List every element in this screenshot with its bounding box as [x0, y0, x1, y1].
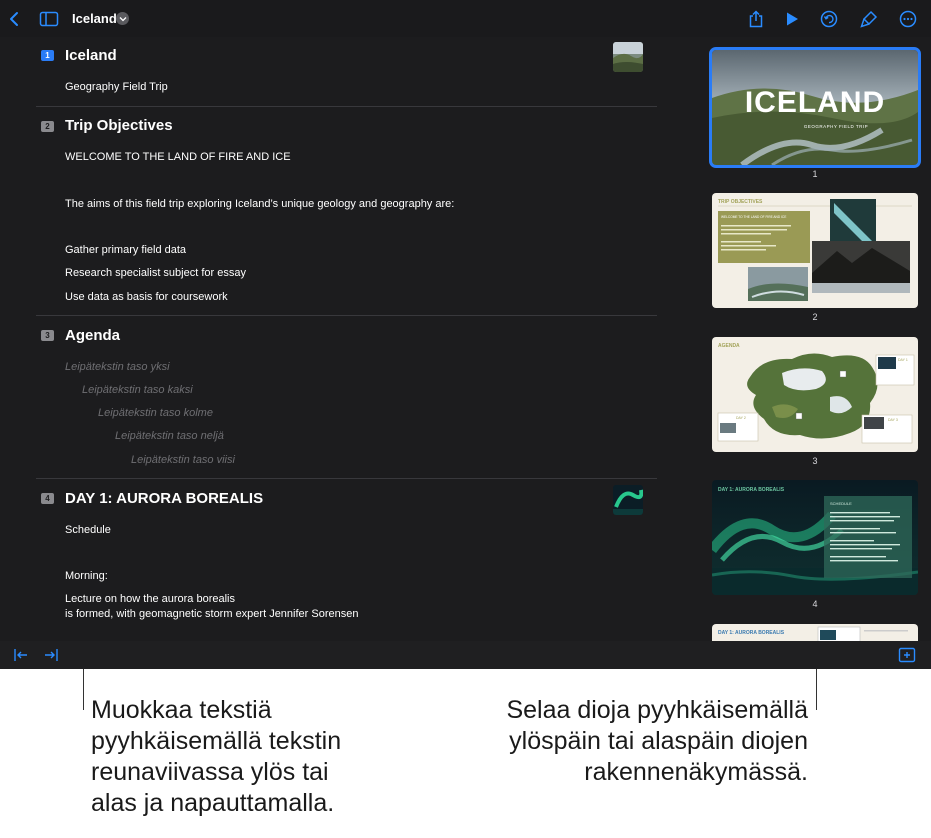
callout-line-text: pyyhkäisemällä tekstin	[91, 727, 342, 755]
slide-number-badge[interactable]: 2	[41, 121, 54, 132]
navigator-slide-4[interactable]: DAY 1: AURORA BOREALIS SCHEDULE	[712, 480, 918, 595]
callout-right: Selaa dioja pyyhkäisemällä ylöspäin tai …	[440, 695, 808, 788]
thumb-title: TRIP OBJECTIVES	[718, 199, 763, 205]
slide-navigator[interactable]: ICELAND GEOGRAPHY FIELD TRIP 1 TRIP OBJE…	[693, 37, 931, 641]
toolbar: Iceland	[0, 0, 931, 37]
outline-view[interactable]: 1 Iceland Geography Field Trip 2 Trip Ob…	[0, 37, 693, 641]
navigator-slide-5[interactable]: DAY 1: AURORA BOREALIS	[712, 624, 918, 641]
thumb-subtitle: GEOGRAPHY FIELD TRIP	[804, 124, 868, 129]
slide-title[interactable]: DAY 1: AURORA BOREALIS	[65, 490, 263, 507]
callout-line-text: Muokkaa tekstiä	[91, 696, 272, 724]
callout-line-text: Selaa dioja pyyhkäisemällä	[506, 696, 808, 724]
outdent-icon[interactable]	[9, 643, 33, 667]
document-title[interactable]: Iceland	[72, 11, 117, 26]
slide-number-label: 1	[812, 169, 818, 179]
body-text-line[interactable]: Geography Field Trip	[65, 81, 168, 93]
body-text-line[interactable]: The aims of this field trip exploring Ic…	[65, 198, 454, 210]
callout-left: Muokkaa tekstiä pyyhkäisemällä tekstin r…	[91, 695, 341, 819]
body-text-line[interactable]: Morning:	[65, 570, 108, 582]
callout-leader-line	[816, 669, 817, 710]
body-text-line[interactable]: Lecture on how the aurora borealis	[65, 593, 235, 605]
slide-number-label: 2	[812, 312, 818, 322]
slide-number-label: 4	[812, 599, 818, 609]
slide-title[interactable]: Agenda	[65, 327, 120, 344]
slide-number-badge[interactable]: 4	[41, 493, 54, 504]
placeholder-text-level-1[interactable]: Leipätekstin taso yksi	[65, 361, 170, 373]
back-chevron-icon[interactable]	[2, 7, 26, 31]
undo-icon[interactable]	[817, 7, 841, 31]
slide-divider	[36, 478, 657, 479]
body-text-line[interactable]: Use data as basis for coursework	[65, 291, 228, 303]
navigator-slide-2[interactable]: TRIP OBJECTIVES WELCOME TO THE LAND OF F…	[712, 193, 918, 308]
slide-title[interactable]: Trip Objectives	[65, 117, 173, 134]
share-icon[interactable]	[744, 7, 768, 31]
slide-divider	[36, 106, 657, 107]
thumb-day-label: DAY 3	[888, 418, 898, 422]
bottom-toolbar	[0, 641, 931, 669]
placeholder-text-level-4[interactable]: Leipätekstin taso neljä	[115, 430, 224, 442]
placeholder-text-level-2[interactable]: Leipätekstin taso kaksi	[82, 384, 193, 396]
body-text-line[interactable]: WELCOME TO THE LAND OF FIRE AND ICE	[65, 151, 291, 163]
slide-thumbnail[interactable]	[613, 485, 643, 515]
slide-number-badge[interactable]: 1	[41, 50, 54, 61]
indent-icon[interactable]	[39, 643, 63, 667]
keynote-app-window: Iceland 1 Iceland Geography Field Trip 2…	[0, 0, 931, 669]
sidebar-icon[interactable]	[37, 7, 61, 31]
play-icon[interactable]	[780, 7, 804, 31]
callout-line-text: reunaviivassa ylös tai	[91, 758, 329, 786]
callout-line-text: ylöspäin tai alaspäin diojen	[509, 727, 808, 755]
body-text-line[interactable]: Gather primary field data	[65, 244, 186, 256]
callout-line-text: alas ja napauttamalla.	[91, 789, 335, 817]
thumb-box-title: SCHEDULE	[830, 501, 852, 506]
format-brush-icon[interactable]	[857, 7, 881, 31]
slide-number-label: 3	[812, 456, 818, 466]
placeholder-text-level-5[interactable]: Leipätekstin taso viisi	[131, 454, 235, 466]
placeholder-text-level-3[interactable]: Leipätekstin taso kolme	[98, 407, 213, 419]
thumb-day-label: DAY 1	[898, 358, 908, 362]
body-text-line[interactable]: Research specialist subject for essay	[65, 267, 246, 279]
thumb-day-label: DAY 2	[736, 416, 746, 420]
slide-divider	[36, 315, 657, 316]
navigator-slide-3[interactable]: AGENDA DAY 1 DAY 2 DAY 3	[712, 337, 918, 452]
thumb-title: DAY 1: AURORA BOREALIS	[718, 630, 785, 636]
more-icon[interactable]	[896, 7, 920, 31]
add-slide-icon[interactable]	[895, 643, 919, 667]
body-text-line[interactable]: is formed, with geomagnetic storm expert…	[65, 608, 358, 620]
callout-line-text: rakennenäkymässä.	[584, 758, 808, 786]
slide-number-badge[interactable]: 3	[41, 330, 54, 341]
thumb-box-title: WELCOME TO THE LAND OF FIRE AND ICE	[721, 215, 786, 219]
chevron-down-icon[interactable]	[116, 12, 129, 25]
body-text-line[interactable]: Schedule	[65, 524, 111, 536]
callout-leader-line	[83, 669, 84, 710]
slide-title[interactable]: Iceland	[65, 47, 117, 64]
slide-thumbnail[interactable]	[613, 42, 643, 72]
thumb-title: ICELAND	[745, 86, 885, 119]
thumb-title: AGENDA	[718, 343, 740, 349]
thumb-title: DAY 1: AURORA BOREALIS	[718, 487, 785, 493]
navigator-slide-1[interactable]: ICELAND GEOGRAPHY FIELD TRIP	[709, 47, 921, 168]
